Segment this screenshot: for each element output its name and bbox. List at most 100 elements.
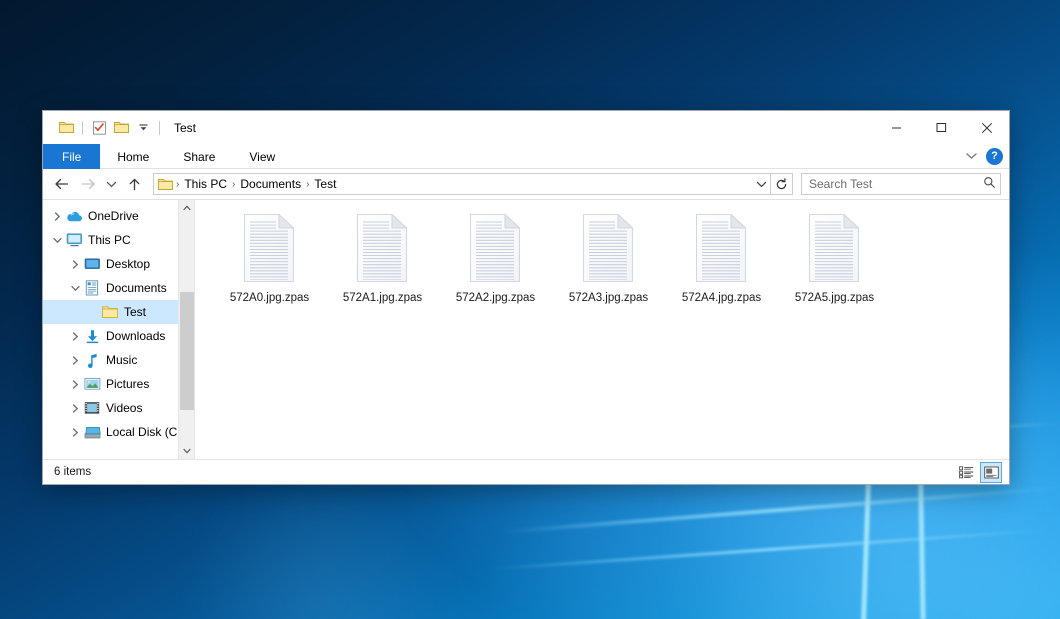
tab-view[interactable]: View bbox=[232, 144, 292, 169]
sidebar-item-label: Desktop bbox=[106, 257, 150, 271]
status-bar: 6 items bbox=[43, 459, 1009, 484]
video-icon bbox=[83, 400, 101, 416]
chevron-right-icon[interactable] bbox=[49, 204, 65, 228]
drive-icon bbox=[83, 424, 101, 440]
cloud-icon bbox=[65, 208, 83, 224]
generic-file-icon bbox=[690, 212, 754, 284]
sidebar-item-label: Documents bbox=[106, 281, 167, 295]
large-icons-view-button[interactable] bbox=[980, 462, 1002, 483]
generic-file-icon bbox=[464, 212, 528, 284]
refresh-button[interactable] bbox=[771, 173, 793, 195]
minimize-button[interactable] bbox=[874, 111, 919, 144]
sidebar-item-this-pc[interactable]: This PC bbox=[43, 228, 194, 252]
desktop-icon bbox=[83, 256, 101, 272]
chevron-down-icon[interactable] bbox=[132, 117, 154, 139]
breadcrumb-item-this-pc[interactable]: This PC bbox=[180, 177, 231, 191]
toolbar-divider bbox=[82, 121, 83, 135]
scroll-up-icon[interactable] bbox=[179, 200, 195, 216]
chevron-right-icon[interactable] bbox=[67, 372, 83, 396]
sidebar-item-local-disk-c[interactable]: Local Disk (C:) bbox=[43, 420, 194, 444]
item-count-label: 6 items bbox=[54, 466, 91, 478]
back-button[interactable] bbox=[49, 171, 75, 197]
file-list-pane[interactable]: 572A0.jpg.zpas 572A1.jpg.zpas 572A2.jpg.zp… bbox=[195, 200, 1009, 459]
chevron-right-icon[interactable] bbox=[67, 348, 83, 372]
sidebar-item-test[interactable]: Test bbox=[43, 300, 194, 324]
file-name-label: 572A4.jpg.zpas bbox=[682, 291, 761, 305]
folder-icon[interactable] bbox=[55, 117, 77, 139]
breadcrumb-item-documents[interactable]: Documents bbox=[236, 177, 305, 191]
help-icon[interactable]: ? bbox=[986, 148, 1003, 165]
download-icon bbox=[83, 328, 101, 344]
quick-access-toolbar bbox=[43, 117, 165, 139]
navigation-scrollbar[interactable] bbox=[178, 200, 194, 459]
file-item[interactable]: 572A4.jpg.zpas bbox=[665, 208, 778, 307]
sidebar-item-pictures[interactable]: Pictures bbox=[43, 372, 194, 396]
generic-file-icon bbox=[238, 212, 302, 284]
close-button[interactable] bbox=[964, 111, 1009, 144]
toolbar-divider bbox=[159, 121, 160, 135]
search-icon[interactable] bbox=[983, 176, 996, 192]
search-input[interactable] bbox=[809, 177, 983, 191]
file-item[interactable]: 572A5.jpg.zpas bbox=[778, 208, 891, 307]
tab-file[interactable]: File bbox=[43, 144, 100, 169]
title-bar[interactable]: Test bbox=[43, 111, 1009, 144]
file-explorer-window: Test File Home Share View ? bbox=[42, 110, 1010, 485]
file-name-label: 572A5.jpg.zpas bbox=[795, 291, 874, 305]
properties-icon[interactable] bbox=[88, 117, 110, 139]
search-box[interactable] bbox=[801, 173, 1001, 195]
file-item[interactable]: 572A3.jpg.zpas bbox=[552, 208, 665, 307]
up-button[interactable] bbox=[121, 171, 147, 197]
chevron-down-icon[interactable] bbox=[67, 276, 83, 300]
sidebar-item-label: OneDrive bbox=[88, 209, 139, 223]
window-title: Test bbox=[174, 121, 196, 135]
tab-share[interactable]: Share bbox=[166, 144, 232, 169]
file-name-label: 572A1.jpg.zpas bbox=[343, 291, 422, 305]
sidebar-item-desktop[interactable]: Desktop bbox=[43, 252, 194, 276]
details-view-button[interactable] bbox=[955, 462, 977, 483]
ribbon-tab-strip: File Home Share View ? bbox=[43, 144, 1009, 169]
scroll-down-icon[interactable] bbox=[179, 443, 195, 459]
sidebar-item-label: Videos bbox=[106, 401, 142, 415]
document-icon bbox=[83, 280, 101, 296]
file-grid: 572A0.jpg.zpas 572A1.jpg.zpas 572A2.jpg.zp… bbox=[213, 208, 999, 307]
folder-icon bbox=[158, 178, 173, 191]
sidebar-item-downloads[interactable]: Downloads bbox=[43, 324, 194, 348]
chevron-down-icon[interactable] bbox=[752, 174, 770, 194]
breadcrumb[interactable]: › This PC › Documents › Test bbox=[153, 173, 771, 195]
address-bar: › This PC › Documents › Test bbox=[43, 169, 1009, 199]
chevron-right-icon[interactable] bbox=[67, 396, 83, 420]
chevron-down-icon[interactable] bbox=[49, 228, 65, 252]
sidebar-item-label: Pictures bbox=[106, 377, 149, 391]
sidebar-item-label: Music bbox=[106, 353, 137, 367]
file-item[interactable]: 572A0.jpg.zpas bbox=[213, 208, 326, 307]
view-toggle-group bbox=[955, 460, 1002, 485]
tab-home[interactable]: Home bbox=[100, 144, 166, 169]
generic-file-icon bbox=[803, 212, 867, 284]
file-item[interactable]: 572A1.jpg.zpas bbox=[326, 208, 439, 307]
file-name-label: 572A2.jpg.zpas bbox=[456, 291, 535, 305]
forward-button bbox=[75, 171, 101, 197]
file-name-label: 572A3.jpg.zpas bbox=[569, 291, 648, 305]
recent-locations-button[interactable] bbox=[101, 171, 121, 197]
window-controls bbox=[874, 111, 1009, 144]
generic-file-icon bbox=[351, 212, 415, 284]
maximize-button[interactable] bbox=[919, 111, 964, 144]
ribbon-right-controls: ? bbox=[965, 144, 1003, 169]
scrollbar-thumb[interactable] bbox=[180, 292, 194, 410]
music-icon bbox=[83, 352, 101, 368]
chevron-right-icon[interactable] bbox=[67, 420, 83, 444]
breadcrumb-item-test[interactable]: Test bbox=[310, 177, 340, 191]
sidebar-item-label: Local Disk (C:) bbox=[106, 425, 185, 439]
chevron-right-icon[interactable] bbox=[67, 324, 83, 348]
navigation-pane: OneDrive This PC Desktop Documents TestDownl… bbox=[43, 200, 195, 459]
wallpaper-glow bbox=[170, 470, 470, 619]
new-folder-icon[interactable] bbox=[110, 117, 132, 139]
sidebar-item-videos[interactable]: Videos bbox=[43, 396, 194, 420]
sidebar-item-documents[interactable]: Documents bbox=[43, 276, 194, 300]
chevron-right-icon[interactable] bbox=[67, 252, 83, 276]
sidebar-item-onedrive[interactable]: OneDrive bbox=[43, 204, 194, 228]
file-item[interactable]: 572A2.jpg.zpas bbox=[439, 208, 552, 307]
chevron-down-icon[interactable] bbox=[965, 150, 978, 164]
sidebar-item-music[interactable]: Music bbox=[43, 348, 194, 372]
file-name-label: 572A0.jpg.zpas bbox=[230, 291, 309, 305]
